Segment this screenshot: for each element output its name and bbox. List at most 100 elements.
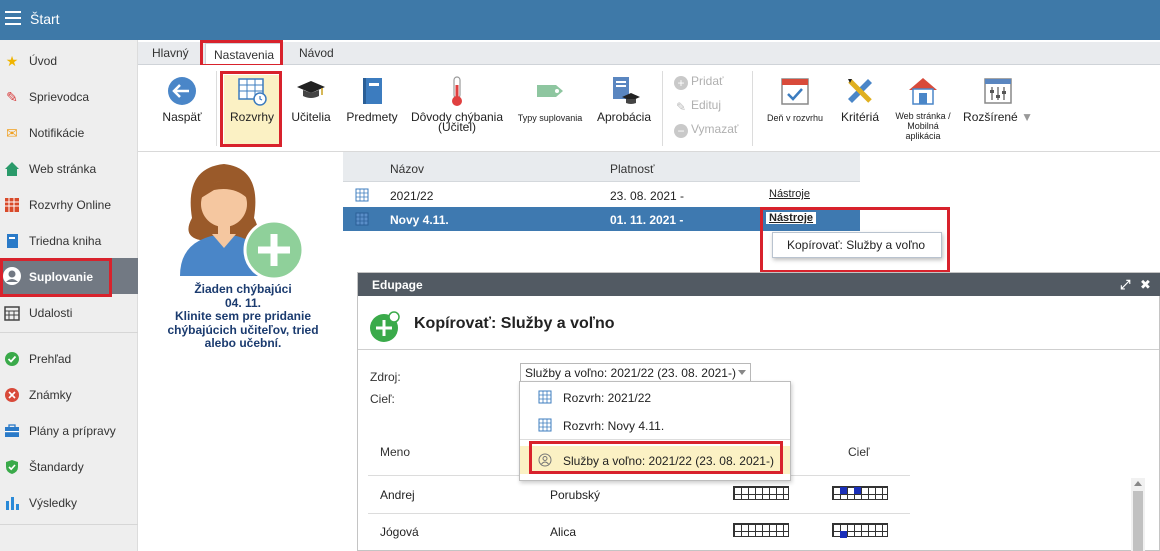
tools-link[interactable]: Nástroje	[766, 188, 813, 200]
subjects-button-label: Predmety	[346, 110, 398, 124]
sidebar-item-vysledky[interactable]: Výsledky	[0, 484, 138, 520]
sidebar-item-label: Triedna kniha	[29, 234, 102, 248]
sidebar-item-label: Web stránka	[29, 162, 97, 176]
table-row[interactable]: 2021/22 23. 08. 2021 - Nástroje	[343, 183, 860, 207]
column-header-validity[interactable]: Platnosť	[610, 162, 655, 176]
house-icon	[909, 78, 937, 105]
dialog-heading: Kopírovať: Služby a voľno	[414, 315, 615, 332]
tab-bar: Hlavný Nastavenia Návod	[138, 42, 1160, 66]
house-icon	[4, 161, 20, 177]
highlight-box-rozvrhy	[220, 71, 282, 147]
row-validity: 01. 11. 2021 -	[610, 213, 684, 227]
sidebar-item-uvod[interactable]: ★ Úvod	[0, 42, 138, 78]
toolbar-divider	[216, 71, 217, 146]
highlight-box-suplovanie	[0, 258, 112, 297]
day-in-timetable-label: Deň v rozvrhu	[766, 113, 824, 123]
absent-teachers-hint: Žiaden chýbajúci 04. 11. Klinite sem pre…	[148, 282, 338, 351]
hamburger-menu-icon[interactable]	[5, 11, 21, 25]
dialog-divider	[358, 349, 1159, 350]
column-header-name[interactable]: Názov	[390, 162, 424, 176]
sidebar: ★ Úvod ✎ Sprievodca ✉ Notifikácie Web st…	[0, 40, 138, 551]
maximize-icon[interactable]: ⤢	[1120, 277, 1130, 293]
column-header-target: Cieľ	[848, 445, 870, 459]
sidebar-item-standardy[interactable]: Štandardy	[0, 448, 138, 484]
absent-hint-line: Klinite sem pre pridanie	[174, 309, 312, 323]
toolbar-divider	[662, 71, 663, 146]
scrollbar-thumb[interactable]	[1133, 491, 1143, 551]
row-last-name: Porubský	[550, 488, 601, 502]
plus-icon: +	[674, 76, 688, 90]
sidebar-item-rozvrhy-online[interactable]: Rozvrhy Online	[0, 186, 138, 222]
target-timetable-grid[interactable]	[832, 523, 888, 538]
toolbar-divider	[752, 71, 753, 146]
approbation-button-label: Aprobácia	[596, 110, 652, 124]
subjects-button[interactable]: Predmety	[342, 75, 402, 123]
sidebar-item-label: Prehľad	[29, 352, 72, 366]
pencil-icon: ✎	[675, 100, 687, 114]
timetable-icon	[538, 390, 552, 404]
source-timetable-grid[interactable]	[733, 523, 789, 537]
tab-navod[interactable]: Návod	[299, 46, 334, 60]
calendar-icon	[4, 305, 20, 321]
sidebar-item-label: Známky	[29, 388, 72, 402]
add-button[interactable]: + Pridať	[674, 74, 724, 90]
dropdown-option-timetable-novy[interactable]: Rozvrh: Novy 4.11.	[520, 411, 790, 439]
target-timetable-grid[interactable]	[832, 486, 888, 500]
sidebar-item-notifikacie[interactable]: ✉ Notifikácie	[0, 114, 138, 150]
substitution-types-button-label: Typy suplovania	[517, 113, 583, 123]
day-in-timetable-button[interactable]: Deň v rozvrhu	[760, 75, 830, 123]
grade-icon	[4, 387, 20, 403]
sidebar-item-label: Udalosti	[29, 306, 73, 320]
sidebar-item-label: Štandardy	[29, 460, 84, 474]
dialog-window-title: Edupage	[372, 278, 423, 292]
sidebar-item-web-stranka[interactable]: Web stránka	[0, 150, 138, 186]
teachers-button[interactable]: Učitelia	[286, 75, 336, 123]
criteria-button-label: Kritériá	[840, 110, 879, 124]
sidebar-divider	[0, 332, 138, 333]
sidebar-item-triedna-kniha[interactable]: Triedna kniha	[0, 222, 138, 258]
extended-button-label: Rozšírené ▼	[962, 111, 1034, 123]
back-button-label: Naspäť	[162, 110, 202, 124]
sidebar-item-sprievodca[interactable]: ✎ Sprievodca	[0, 78, 138, 114]
row-last-name: Alica	[550, 525, 577, 539]
close-icon[interactable]: ✖	[1140, 277, 1151, 293]
timetable-icon	[538, 418, 552, 432]
grid-marker	[840, 531, 847, 538]
extended-button[interactable]: Rozšírené ▼	[962, 75, 1034, 123]
dropdown-option-label: Rozvrh: Novy 4.11.	[563, 419, 665, 433]
sidebar-divider	[0, 524, 138, 525]
absence-reasons-button[interactable]: Dôvody chýbania (Učitel)	[408, 75, 506, 133]
scroll-up-arrow-icon[interactable]	[1134, 481, 1142, 486]
sidebar-item-udalosti[interactable]: Udalosti	[0, 294, 138, 330]
approbation-button[interactable]: Aprobácia	[593, 75, 655, 123]
web-mobile-button[interactable]: Web stránka / Mobilná aplikácia	[890, 75, 956, 141]
absent-hint-line: alebo učební.	[204, 336, 282, 350]
column-header-name: Meno	[380, 445, 411, 459]
highlight-box-tools-menu	[760, 207, 950, 273]
grid-line	[368, 513, 910, 514]
source-timetable-grid[interactable]	[733, 486, 789, 500]
criteria-button[interactable]: Kritériá	[835, 75, 885, 123]
back-button[interactable]: Naspäť	[158, 75, 206, 123]
dropdown-option-timetable-2021-22[interactable]: Rozvrh: 2021/22	[520, 383, 790, 411]
absent-teachers-panel[interactable]: Žiaden chýbajúci 04. 11. Klinite sem pre…	[138, 152, 343, 551]
source-select-value: Služby a voľno: 2021/22 (23. 08. 2021-)	[525, 366, 736, 380]
delete-button[interactable]: − Vymazať	[674, 122, 738, 138]
highlight-box-services-option	[529, 441, 783, 474]
sidebar-item-znamky[interactable]: Známky	[0, 376, 138, 412]
graduation-cap-icon	[297, 81, 325, 98]
substitution-types-button[interactable]: Typy suplovania	[514, 75, 586, 123]
certificate-cap-icon	[613, 77, 640, 104]
dialog-titlebar: Edupage ⤢ ✖	[358, 273, 1160, 296]
source-select[interactable]: Služby a voľno: 2021/22 (23. 08. 2021-)	[520, 363, 751, 382]
briefcase-icon	[4, 423, 20, 439]
dialog-scrollbar[interactable]	[1131, 478, 1145, 551]
tab-hlavny[interactable]: Hlavný	[152, 46, 189, 60]
sliders-icon	[984, 78, 1012, 104]
sidebar-item-plany-a-pripravy[interactable]: Plány a prípravy	[0, 412, 138, 448]
sidebar-item-prehlad[interactable]: Prehľad	[0, 340, 138, 376]
row-name: 2021/22	[390, 189, 434, 203]
app-title[interactable]: Štart	[30, 11, 60, 27]
star-icon: ★	[5, 53, 19, 69]
edit-button[interactable]: ✎ Edituj	[674, 98, 721, 114]
